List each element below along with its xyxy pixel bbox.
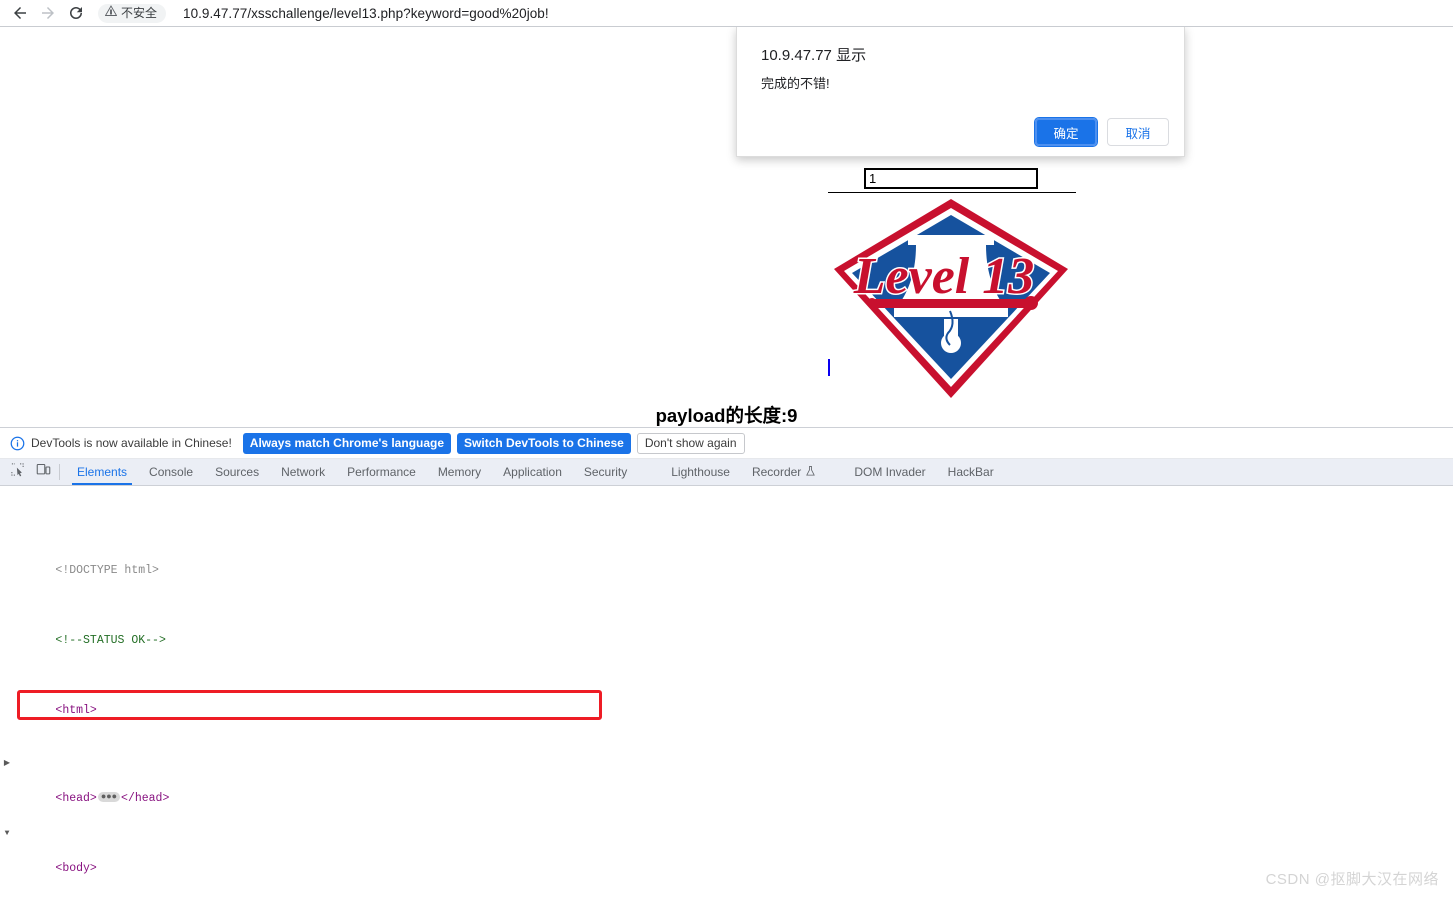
back-arrow-icon: [11, 4, 29, 22]
t-cook-text-input[interactable]: [864, 168, 1038, 189]
tab-elements[interactable]: Elements: [66, 459, 138, 485]
tab-security[interactable]: Security: [573, 459, 638, 485]
warning-triangle-icon: [105, 4, 117, 22]
devtools-panel: DevTools is now available in Chinese! Al…: [0, 427, 1453, 902]
inspect-cursor-icon: [10, 462, 25, 482]
device-toolbar-button[interactable]: [30, 459, 56, 485]
dom-row[interactable]: <!--STATUS OK-->: [0, 615, 1453, 633]
tab-sources[interactable]: Sources: [204, 459, 270, 485]
tab-label: Memory: [438, 465, 481, 479]
page-content: Level 13 payload的长度:9: [0, 27, 1453, 427]
tab-label: Sources: [215, 465, 259, 479]
tab-hackbar[interactable]: HackBar: [937, 459, 1005, 485]
payload-length-heading: payload的长度:9: [0, 402, 1453, 427]
dom-row[interactable]: <h1 align="center">欢迎来到level13</h1>: [0, 895, 1453, 908]
switch-to-chinese-button[interactable]: Switch DevTools to Chinese: [457, 433, 631, 454]
inspect-element-button[interactable]: [4, 459, 30, 485]
tab-label: Console: [149, 465, 193, 479]
tab-label: DOM Invader: [854, 465, 925, 479]
status-comment: <!--STATUS OK-->: [55, 634, 165, 647]
tab-application[interactable]: Application: [492, 459, 573, 485]
forward-button[interactable]: [34, 1, 62, 25]
tab-label: Network: [281, 465, 325, 479]
collapsed-children-icon[interactable]: ●●●: [98, 792, 120, 802]
info-icon: [10, 436, 25, 451]
tab-label: Elements: [77, 465, 127, 479]
dom-row[interactable]: <body>: [0, 825, 1453, 843]
dialog-ok-button[interactable]: 确定: [1035, 118, 1097, 146]
tab-label: Application: [503, 465, 562, 479]
dialog-title: 10.9.47.77 显示: [737, 27, 1184, 65]
site-security-chip[interactable]: 不安全: [98, 4, 166, 23]
devtools-tabbar: Elements Console Sources Network Perform…: [0, 459, 1453, 486]
tab-network[interactable]: Network: [270, 459, 336, 485]
tab-label: HackBar: [948, 465, 994, 479]
body-open-tag: <body>: [55, 862, 96, 875]
tab-recorder[interactable]: Recorder: [741, 459, 827, 485]
reload-button[interactable]: [62, 1, 90, 25]
tab-lighthouse[interactable]: Lighthouse: [660, 459, 741, 485]
page-viewport: Level 13 payload的长度:9 10.9.47.77 显示 完成的不…: [0, 27, 1453, 427]
browser-toolbar: 不安全 10.9.47.77/xsschallenge/level13.php?…: [0, 0, 1453, 27]
security-label: 不安全: [121, 7, 157, 19]
back-button[interactable]: [6, 1, 34, 25]
head-open-tag: <head>: [55, 792, 96, 805]
dialog-cancel-button[interactable]: 取消: [1107, 118, 1169, 146]
javascript-alert-dialog: 10.9.47.77 显示 完成的不错! 确定 取消: [736, 27, 1185, 157]
tab-label: Performance: [347, 465, 416, 479]
dom-row[interactable]: <html>: [0, 685, 1453, 703]
device-toolbar-icon: [36, 462, 51, 482]
tab-label: Security: [584, 465, 627, 479]
watermark: CSDN @抠脚大汉在网络: [1266, 868, 1439, 889]
tab-memory[interactable]: Memory: [427, 459, 492, 485]
devtools-language-banner: DevTools is now available in Chinese! Al…: [0, 428, 1453, 459]
text-caret-artifact: [828, 359, 830, 376]
url-bar-text[interactable]: 10.9.47.77/xsschallenge/level13.php?keyw…: [183, 6, 549, 21]
flask-icon: [805, 465, 816, 480]
toolbar-divider: [59, 464, 60, 480]
logo-level-text: Level 13: [853, 248, 1034, 305]
dialog-actions: 确定 取消: [1035, 118, 1169, 146]
level13-logo: Level 13: [826, 191, 1076, 406]
dom-row[interactable]: <!DOCTYPE html>: [0, 545, 1453, 563]
doctype-line: <!DOCTYPE html>: [55, 564, 159, 577]
tab-console[interactable]: Console: [138, 459, 204, 485]
twisty-open-icon[interactable]: [0, 825, 14, 843]
html-open-tag: <html>: [55, 704, 96, 717]
head-close-tag: </head>: [121, 792, 169, 805]
reload-icon: [67, 4, 85, 22]
tab-dom-invader[interactable]: DOM Invader: [843, 459, 936, 485]
search-form: [828, 168, 1076, 193]
tab-performance[interactable]: Performance: [336, 459, 427, 485]
elements-dom-tree[interactable]: <!DOCTYPE html> <!--STATUS OK--> <html> …: [0, 486, 1453, 908]
dom-row[interactable]: <head>●●●</head>: [0, 755, 1453, 773]
always-match-language-button[interactable]: Always match Chrome's language: [243, 433, 451, 454]
banner-message: DevTools is now available in Chinese!: [31, 436, 232, 450]
dont-show-again-button[interactable]: Don't show again: [637, 433, 745, 454]
tab-label: Lighthouse: [671, 465, 730, 479]
twisty-closed-icon[interactable]: [0, 755, 14, 773]
dialog-message: 完成的不错!: [737, 65, 1184, 93]
tab-label: Recorder: [752, 465, 801, 479]
forward-arrow-icon: [39, 4, 57, 22]
